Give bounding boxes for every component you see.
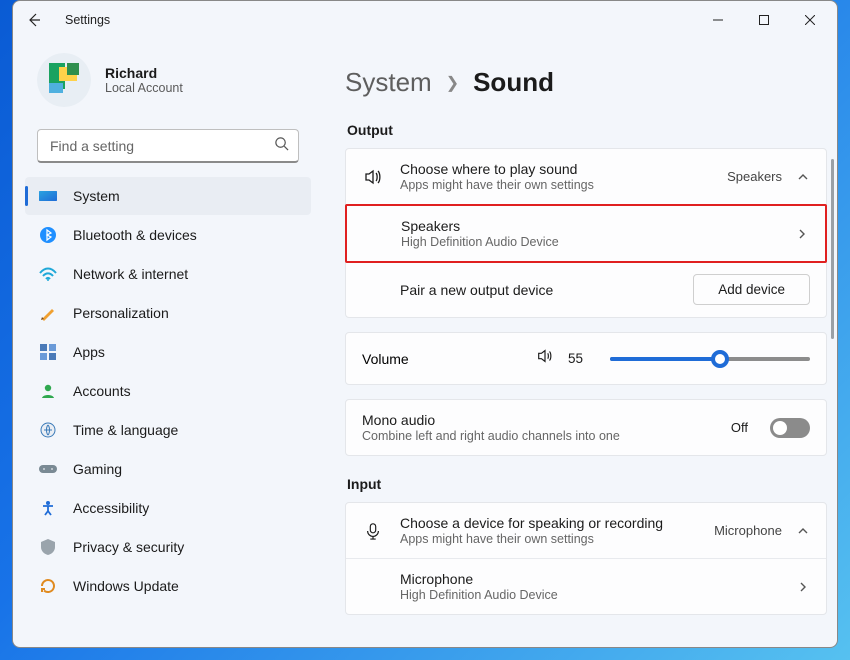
row-title: Choose where to play sound — [400, 161, 711, 177]
chevron-right-icon — [795, 228, 809, 240]
nav-item-label: Accounts — [73, 383, 131, 399]
row-sub: High Definition Audio Device — [400, 588, 780, 602]
volume-row: Volume 55 — [346, 333, 826, 384]
profile-block[interactable]: Richard Local Account — [23, 43, 313, 123]
maximize-button[interactable] — [741, 4, 787, 36]
sidebar-item-bluetooth[interactable]: Bluetooth & devices — [25, 216, 311, 254]
nav-item-label: Gaming — [73, 461, 122, 477]
selected-input: Microphone — [714, 523, 782, 538]
profile-name: Richard — [105, 65, 183, 81]
personalization-icon — [39, 304, 57, 322]
sidebar-item-privacy[interactable]: Privacy & security — [25, 528, 311, 566]
nav-item-label: Windows Update — [73, 578, 179, 594]
nav-item-label: System — [73, 188, 120, 204]
input-device-group: Choose a device for speaking or recordin… — [345, 502, 827, 615]
sidebar-item-accounts[interactable]: Accounts — [25, 372, 311, 410]
nav-item-label: Network & internet — [73, 266, 188, 282]
chevron-right-icon: ❯ — [446, 73, 459, 93]
arrow-left-icon — [26, 12, 42, 28]
sidebar-item-apps[interactable]: Apps — [25, 333, 311, 371]
sidebar-item-gaming[interactable]: Gaming — [25, 450, 311, 488]
mono-audio-toggle[interactable] — [770, 418, 810, 438]
add-device-button[interactable]: Add device — [693, 274, 810, 305]
time-icon — [39, 421, 57, 439]
selected-output: Speakers — [727, 169, 782, 184]
close-button[interactable] — [787, 4, 833, 36]
nav-item-label: Privacy & security — [73, 539, 184, 555]
mono-audio-row: Mono audio Combine left and right audio … — [346, 400, 826, 455]
row-title: Choose a device for speaking or recordin… — [400, 515, 698, 531]
system-icon — [39, 187, 57, 205]
output-heading: Output — [347, 122, 827, 138]
breadcrumb: System ❯ Sound — [345, 67, 827, 98]
row-sub: Combine left and right audio channels in… — [362, 429, 715, 443]
back-button[interactable] — [25, 11, 43, 29]
microphone-row[interactable]: Microphone High Definition Audio Device — [346, 559, 826, 614]
row-sub: Apps might have their own settings — [400, 178, 711, 192]
profile-sub: Local Account — [105, 81, 183, 95]
row-title: Speakers — [401, 218, 779, 234]
main-content: System ❯ Sound Output Choose where to pl… — [323, 39, 837, 647]
toggle-state: Off — [731, 420, 748, 435]
accessibility-icon — [39, 499, 57, 517]
bluetooth-icon — [39, 226, 57, 244]
row-title: Mono audio — [362, 412, 715, 428]
settings-window: Settings Richard Local Account — [12, 0, 838, 648]
row-sub: Apps might have their own settings — [400, 532, 698, 546]
volume-slider[interactable] — [610, 349, 810, 369]
row-title: Microphone — [400, 571, 780, 587]
speaker-icon — [362, 167, 384, 187]
sidebar-item-system[interactable]: System — [25, 177, 311, 215]
sidebar-item-personalization[interactable]: Personalization — [25, 294, 311, 332]
sidebar-item-network[interactable]: Network & internet — [25, 255, 311, 293]
volume-group: Volume 55 — [345, 332, 827, 385]
scrollbar-thumb[interactable] — [831, 159, 834, 339]
volume-label: Volume — [362, 351, 522, 367]
microphone-icon — [362, 522, 384, 540]
sidebar: Richard Local Account System Bluetooth & … — [13, 39, 323, 647]
sidebar-item-accessibility[interactable]: Accessibility — [25, 489, 311, 527]
chevron-up-icon — [796, 525, 810, 537]
speaker-icon[interactable] — [536, 347, 554, 370]
window-controls — [695, 4, 833, 36]
sidebar-item-time[interactable]: Time & language — [25, 411, 311, 449]
pair-output-row: Pair a new output device Add device — [346, 262, 826, 317]
privacy-icon — [39, 538, 57, 556]
choose-output-row[interactable]: Choose where to play sound Apps might ha… — [346, 149, 826, 205]
nav-list: System Bluetooth & devices Network & inter… — [23, 177, 313, 605]
breadcrumb-parent[interactable]: System — [345, 67, 432, 98]
sidebar-item-update[interactable]: Windows Update — [25, 567, 311, 605]
speakers-row[interactable]: Speakers High Definition Audio Device — [345, 204, 827, 263]
search-box[interactable] — [37, 129, 299, 163]
input-heading: Input — [347, 476, 827, 492]
choose-input-row[interactable]: Choose a device for speaking or recordin… — [346, 503, 826, 559]
page-title: Sound — [473, 67, 554, 98]
minimize-button[interactable] — [695, 4, 741, 36]
nav-item-label: Accessibility — [73, 500, 149, 516]
output-device-group: Choose where to play sound Apps might ha… — [345, 148, 827, 318]
nav-item-label: Time & language — [73, 422, 178, 438]
update-icon — [39, 577, 57, 595]
chevron-up-icon — [796, 171, 810, 183]
chevron-right-icon — [796, 581, 810, 593]
apps-icon — [39, 343, 57, 361]
avatar — [37, 53, 91, 107]
window-title: Settings — [65, 13, 110, 27]
nav-item-label: Personalization — [73, 305, 169, 321]
row-sub: High Definition Audio Device — [401, 235, 779, 249]
nav-item-label: Bluetooth & devices — [73, 227, 197, 243]
gaming-icon — [39, 460, 57, 478]
nav-item-label: Apps — [73, 344, 105, 360]
row-title: Pair a new output device — [400, 282, 677, 298]
network-icon — [39, 265, 57, 283]
volume-value: 55 — [568, 351, 596, 366]
accounts-icon — [39, 382, 57, 400]
search-icon — [274, 136, 289, 156]
mono-audio-group: Mono audio Combine left and right audio … — [345, 399, 827, 456]
search-input[interactable] — [37, 129, 299, 163]
titlebar: Settings — [13, 1, 837, 39]
